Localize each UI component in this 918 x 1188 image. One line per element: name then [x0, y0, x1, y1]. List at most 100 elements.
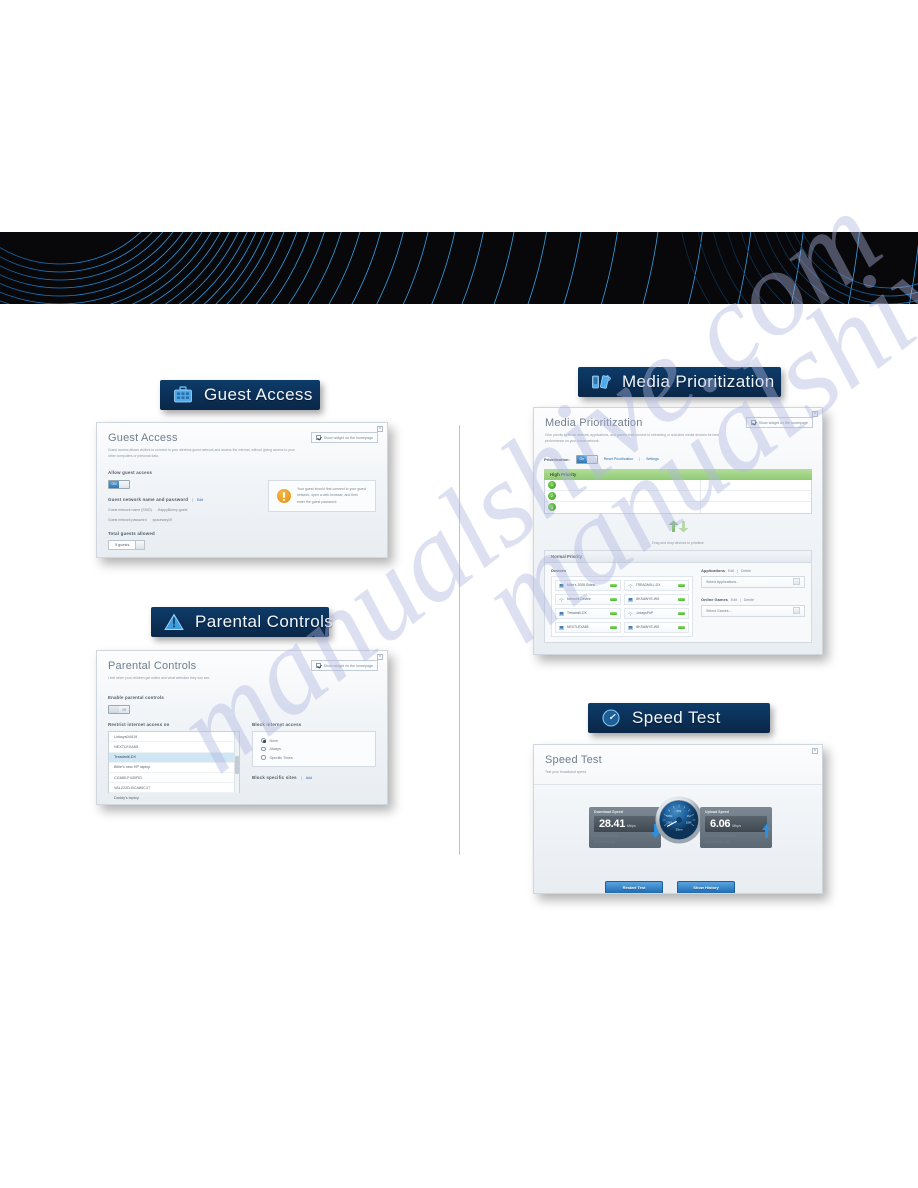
panel-parental-controls: × Parental Controls Limit when your chil…	[96, 650, 388, 805]
scrollbar-thumb[interactable]	[234, 756, 239, 775]
wave-pattern-graphic	[0, 232, 918, 304]
settings-link[interactable]: Settings	[646, 457, 659, 461]
download-speed-unit: Mbps	[627, 824, 636, 829]
device-chip[interactable]: LinksysPnP	[623, 607, 689, 619]
toggle-on-label: ON	[109, 480, 119, 488]
svg-text:500k: 500k	[666, 814, 673, 818]
show-widget-checkbox[interactable]: Show widget on the homepage	[745, 417, 813, 428]
toggle-knob	[109, 706, 119, 714]
laptop-icon	[559, 611, 564, 616]
slot-device-area[interactable]	[559, 501, 701, 513]
radio-label: None	[269, 738, 279, 743]
badge-label: Media Prioritization	[622, 372, 775, 391]
list-item[interactable]: Linksys04419	[109, 732, 239, 743]
chevron-down-icon[interactable]	[793, 607, 800, 615]
radio-icon	[261, 738, 266, 743]
device-chip[interactable]: Mike's 2008 Sidew...	[555, 579, 621, 591]
applications-select[interactable]: Select Applications...	[701, 575, 805, 588]
speed-gauge: 50k 500k 250k 1M 10M 35ms	[655, 796, 703, 849]
signal-bar	[609, 583, 617, 587]
checkbox-box	[315, 435, 321, 440]
applications-placeholder: Select Applications...	[706, 579, 740, 584]
games-select[interactable]: Select Games...	[701, 604, 805, 617]
edit-credentials-link[interactable]: Edit	[197, 498, 203, 502]
checkbox-box	[315, 663, 321, 668]
header-banner	[0, 232, 918, 304]
network-icon	[627, 583, 633, 588]
badge-guest-access: Guest Access	[160, 380, 320, 410]
badge-label: Parental Controls	[195, 612, 334, 631]
high-priority-slot[interactable]: 2	[545, 490, 811, 502]
prioritization-toggle[interactable]: On	[575, 454, 598, 464]
radio-option-none[interactable]: None	[261, 738, 367, 743]
upload-speed-unit: Mbps	[732, 824, 742, 829]
priority-number: 3	[548, 503, 556, 512]
badge-media-prioritization: Media Prioritization	[578, 367, 781, 397]
games-delete-link[interactable]: Delete	[744, 598, 754, 602]
network-icon	[559, 597, 564, 602]
device-chip[interactable]: Network Device	[555, 593, 621, 605]
device-chip[interactable]: MKSAWYE-WS	[623, 621, 689, 633]
laptop-icon	[559, 625, 564, 630]
laptop-icon	[559, 583, 564, 588]
signal-bar	[678, 625, 685, 629]
badge-label: Guest Access	[204, 385, 313, 404]
slot-detail-area	[701, 491, 811, 501]
applications-edit-link[interactable]: Edit	[728, 569, 734, 573]
restart-test-button[interactable]: Restart Test	[605, 881, 663, 893]
signal-bar	[609, 625, 617, 629]
normal-priority-body: Devices Mike's 2008 Sidew... TREADMILL-D…	[544, 562, 812, 643]
device-list[interactable]: Linksys04419 NEXTLEXA65 Treadmill-DX Bil…	[108, 731, 240, 804]
radio-option-always[interactable]: Always	[261, 746, 367, 752]
slot-device-area[interactable]	[559, 479, 701, 490]
download-speed-value: 28.41	[599, 818, 626, 831]
list-item[interactable]: Daddy's laptop	[109, 793, 239, 804]
reset-prioritization-link[interactable]: Reset Prioritization	[604, 457, 633, 461]
device-chip[interactable]: TREADMILL-DX	[623, 579, 689, 591]
laptop-icon	[627, 625, 633, 630]
warning-icon	[277, 488, 291, 503]
upload-speed-label: Upload Speed	[705, 810, 729, 815]
signal-bar	[609, 611, 617, 615]
upload-speed-card: Upload Speed 6.06 Mbps From Server Locat…	[700, 807, 772, 848]
block-access-label: Block internet access	[252, 722, 302, 728]
radio-label: Specific Times	[269, 755, 293, 760]
normal-priority-header: Normal Priority	[544, 549, 812, 563]
svg-text:1M: 1M	[687, 814, 692, 818]
devices-label: Devices	[551, 567, 567, 573]
list-item[interactable]: CG680-F430FID	[109, 773, 239, 784]
slot-detail-area	[701, 502, 811, 513]
applications-delete-link[interactable]: Delete	[741, 569, 751, 573]
device-chip[interactable]: NEXTLEXA65	[555, 621, 621, 633]
radio-option-specific-times[interactable]: Specific Times	[261, 755, 367, 760]
show-history-button[interactable]: Show History	[677, 881, 735, 893]
download-caption-2: 52 second ago	[594, 839, 616, 844]
show-widget-checkbox[interactable]: Show widget on the homepage	[310, 432, 378, 443]
suitcase-icon	[172, 384, 194, 406]
show-widget-checkbox[interactable]: Show widget on the homepage	[310, 660, 378, 671]
list-item[interactable]: Treadmill-DX	[109, 752, 239, 763]
device-chip[interactable]: Treadmill-DX	[555, 607, 621, 619]
device-name: Mike's 2008 Sidew...	[567, 583, 598, 588]
high-priority-slot[interactable]: 3	[545, 501, 811, 513]
drag-drop-hint-area: Drag and drop devices to prioritize	[544, 520, 812, 545]
list-item[interactable]: NEXTLEXA65	[109, 742, 239, 753]
add-site-link[interactable]: Add	[306, 776, 312, 780]
games-edit-link[interactable]: Edit	[731, 598, 737, 602]
total-guests-value[interactable]: 5 guests	[108, 539, 137, 550]
restrict-access-label: Restrict internet access on	[108, 722, 170, 728]
list-item[interactable]: VAL222D-BCA80C17	[109, 783, 239, 794]
high-priority-slot[interactable]: 1	[545, 479, 811, 491]
enable-parental-controls-toggle[interactable]: Off	[108, 705, 130, 715]
slot-device-area[interactable]	[559, 490, 701, 501]
device-grid[interactable]: Mike's 2008 Sidew... TREADMILL-DX Networ…	[551, 575, 693, 637]
device-name: MKSAWYE-WS	[635, 625, 660, 630]
allow-guest-access-toggle[interactable]: ON	[108, 479, 130, 489]
device-name: TREADMILL-DX	[635, 583, 661, 588]
device-chip[interactable]: MKSAWYE-WS	[623, 593, 689, 605]
chevron-down-icon[interactable]	[136, 539, 146, 550]
high-priority-dropzone[interactable]: 1 2 3	[544, 479, 812, 514]
list-item[interactable]: Billie's new HP laptop	[109, 763, 239, 774]
panel-description: Test your broadband speed.	[545, 770, 588, 774]
chevron-down-icon[interactable]	[793, 578, 800, 586]
